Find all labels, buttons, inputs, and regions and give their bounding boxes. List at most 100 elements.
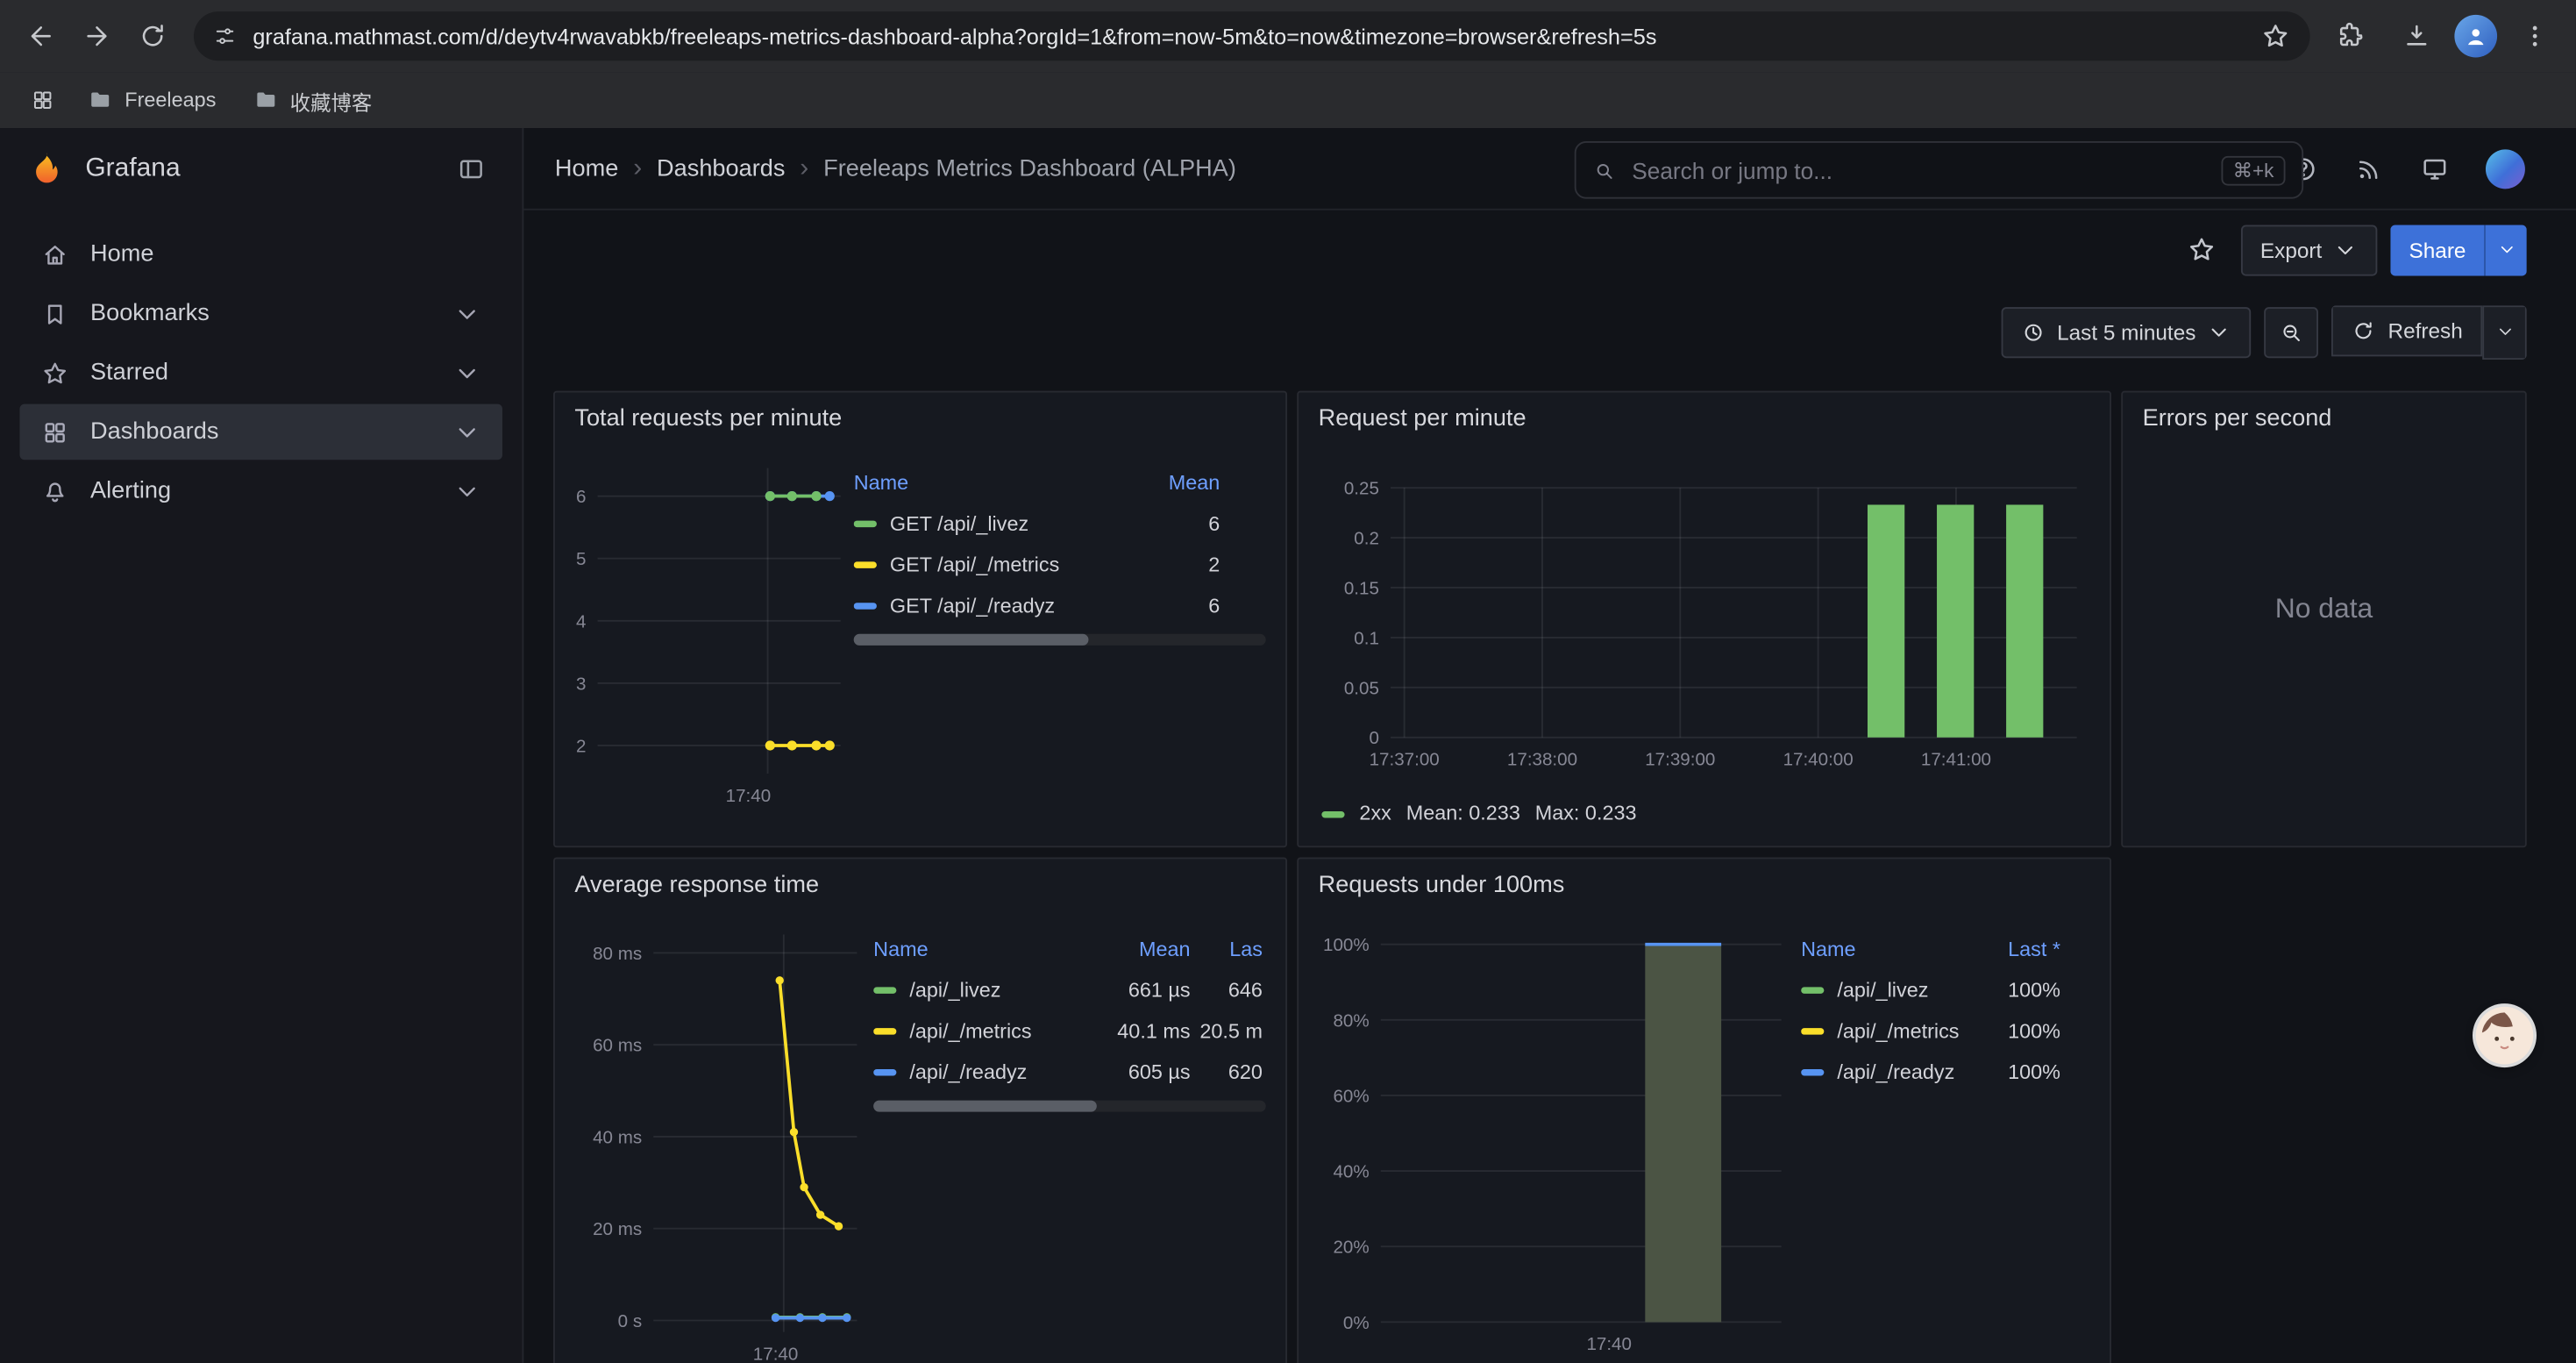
chevron-down-icon[interactable] xyxy=(453,477,481,505)
breadcrumb-home[interactable]: Home xyxy=(555,155,618,182)
panel-header[interactable]: Errors per second xyxy=(2123,393,2525,446)
scrollbar-thumb[interactable] xyxy=(854,634,1089,646)
assistant-avatar-button[interactable] xyxy=(2476,1007,2534,1065)
star-icon xyxy=(41,359,69,387)
sidebar-item-starred[interactable]: Starred xyxy=(19,345,502,401)
scrollbar-thumb[interactable] xyxy=(873,1101,1097,1112)
user-avatar[interactable] xyxy=(2486,148,2525,188)
panel-header[interactable]: Request per minute xyxy=(1299,393,2110,446)
svg-text:80 ms: 80 ms xyxy=(593,944,642,964)
site-settings-icon[interactable] xyxy=(213,25,236,47)
breadcrumb-dashboards[interactable]: Dashboards xyxy=(657,155,785,182)
chevron-down-icon xyxy=(2208,319,2232,344)
panel-title[interactable]: Total requests per minute xyxy=(574,406,842,432)
legend-col-header[interactable]: Mean xyxy=(1128,470,1220,493)
series-name[interactable]: /api/_/readyz xyxy=(1837,1060,1954,1083)
dock-sidebar-icon[interactable] xyxy=(446,145,495,194)
profile-avatar[interactable] xyxy=(2454,15,2497,58)
sidebar-item-bookmarks[interactable]: Bookmarks xyxy=(19,286,502,342)
bar-chart[interactable]: 0.250.20.150.10.05017:37:0017:38:0017:39… xyxy=(1319,452,2090,789)
panel-title[interactable]: Request per minute xyxy=(1319,406,1526,432)
brand-name[interactable]: Grafana xyxy=(85,154,428,184)
panel-title[interactable]: Requests under 100ms xyxy=(1319,872,1565,898)
search-box[interactable]: ⌘+k xyxy=(1575,141,2303,199)
legend-scrollbar[interactable] xyxy=(873,1101,1266,1112)
timeseries-chart[interactable]: 80 ms60 ms40 ms20 ms0 s17:40 xyxy=(559,918,874,1363)
display-icon[interactable] xyxy=(2420,153,2450,183)
download-icon[interactable] xyxy=(2388,8,2444,64)
search-input[interactable] xyxy=(1629,155,2209,185)
series-value: 6 xyxy=(1128,594,1220,617)
series-name[interactable]: /api/_/readyz xyxy=(909,1060,1027,1083)
share-menu-button[interactable] xyxy=(2484,225,2527,275)
apps-grid-icon[interactable] xyxy=(19,77,65,123)
breadcrumb-current: Freeleaps Metrics Dashboard (ALPHA) xyxy=(823,155,1236,182)
grafana-topbar: Home › Dashboards › Freeleaps Metrics Da… xyxy=(523,128,2576,211)
sidebar-item-home[interactable]: Home xyxy=(19,226,502,282)
chevron-down-icon[interactable] xyxy=(453,418,481,446)
legend-col-header[interactable]: Name xyxy=(854,470,908,493)
series-swatch xyxy=(1321,810,1344,817)
forward-button[interactable] xyxy=(69,8,125,64)
bookmark-star-icon[interactable] xyxy=(2260,21,2290,51)
legend-col-header[interactable]: Last * xyxy=(1968,937,2060,960)
bookmark-label: Freeleaps xyxy=(125,89,216,111)
series-name[interactable]: /api/_livez xyxy=(1837,978,1928,1001)
series-value: 100% xyxy=(1968,978,2060,1001)
chevron-down-icon[interactable] xyxy=(453,359,481,387)
news-rss-icon[interactable] xyxy=(2354,153,2384,183)
bookmark-folder-freeleaps[interactable]: Freeleaps xyxy=(72,79,231,122)
svg-text:4: 4 xyxy=(576,611,586,632)
refresh-button[interactable]: Refresh xyxy=(2332,304,2482,355)
series-name[interactable]: 2xx xyxy=(1359,802,1391,824)
export-button[interactable]: Export xyxy=(2240,225,2378,275)
legend-row: /api/_/readyz605 µs620 xyxy=(873,1051,1266,1092)
panel-header[interactable]: Average response time xyxy=(555,859,1285,911)
back-button[interactable] xyxy=(13,8,69,64)
series-name[interactable]: /api/_livez xyxy=(909,978,1000,1001)
panel-header[interactable]: Requests under 100ms xyxy=(1299,859,2110,911)
bookmark-folder-blogs[interactable]: 收藏博客 xyxy=(238,79,387,122)
time-controls: Last 5 minutes Refresh xyxy=(523,303,2576,361)
sidebar-item-dashboards[interactable]: Dashboards xyxy=(19,404,502,460)
favorite-star-icon[interactable] xyxy=(2175,224,2228,276)
timeseries-chart[interactable]: 6543217:40 xyxy=(559,452,854,828)
legend-col-header[interactable]: Mean xyxy=(1088,937,1190,960)
panel-title[interactable]: Errors per second xyxy=(2143,406,2332,432)
share-button[interactable]: Share xyxy=(2391,225,2484,275)
panel-title[interactable]: Average response time xyxy=(574,872,819,898)
chevron-down-icon[interactable] xyxy=(453,300,481,328)
url-text[interactable]: grafana.mathmast.com/d/deytv4rwavabkb/fr… xyxy=(253,24,2244,48)
svg-text:17:40: 17:40 xyxy=(1586,1334,1632,1354)
chevron-down-icon xyxy=(2494,322,2514,341)
reload-button[interactable] xyxy=(125,8,181,64)
zoom-out-button[interactable] xyxy=(2265,306,2319,357)
url-bar[interactable]: grafana.mathmast.com/d/deytv4rwavabkb/fr… xyxy=(194,11,2310,61)
svg-text:17:37:00: 17:37:00 xyxy=(1370,750,1440,770)
legend-scrollbar[interactable] xyxy=(854,634,1266,646)
series-name[interactable]: GET /api/_livez xyxy=(890,511,1028,534)
chart-legend: Name Mean GET /api/_livez 6 GET /api/_/metri… xyxy=(854,461,1266,646)
legend-col-header[interactable]: Name xyxy=(1801,937,1855,960)
grafana-logo[interactable] xyxy=(26,148,68,189)
panel-requests-under-100ms: Requests under 100ms 100%80%60%40%20%0%1… xyxy=(1297,857,2111,1363)
series-name[interactable]: GET /api/_/metrics xyxy=(890,553,1059,575)
extensions-icon[interactable] xyxy=(2323,8,2380,64)
series-name[interactable]: GET /api/_/readyz xyxy=(890,594,1055,617)
sidebar-item-alerting[interactable]: Alerting xyxy=(19,463,502,519)
chart-svg: 0.250.20.150.10.05017:37:0017:38:0017:39… xyxy=(1319,452,2090,781)
time-range-picker[interactable]: Last 5 minutes xyxy=(2001,306,2252,357)
legend-col-header[interactable]: Las xyxy=(1191,937,1263,960)
topbar-icons xyxy=(2288,148,2544,188)
menu-icon[interactable] xyxy=(2507,8,2563,64)
folder-icon xyxy=(253,87,279,113)
series-name[interactable]: /api/_/metrics xyxy=(909,1019,1031,1042)
series-name[interactable]: /api/_/metrics xyxy=(1837,1019,1959,1042)
sidebar-nav: Home Bookmarks Starred Dashboards xyxy=(0,211,522,536)
panel-errors-per-second: Errors per second No data xyxy=(2121,391,2527,848)
refresh-interval-button[interactable] xyxy=(2482,304,2527,359)
legend-col-header[interactable]: Name xyxy=(873,937,928,960)
panel-header[interactable]: Total requests per minute xyxy=(555,393,1285,446)
svg-text:0.25: 0.25 xyxy=(1344,479,1379,499)
bar-chart[interactable]: 100%80%60%40%20%0%17:40 xyxy=(1302,918,1801,1363)
